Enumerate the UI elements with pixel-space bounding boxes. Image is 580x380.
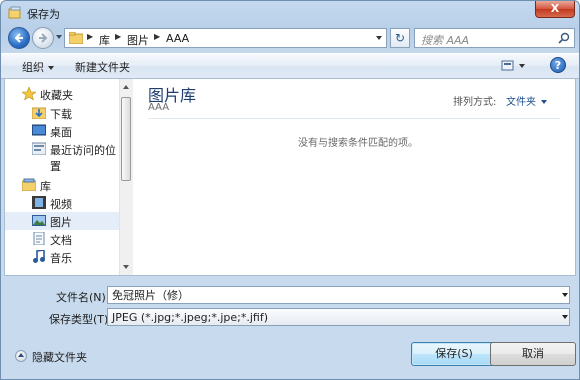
breadcrumb-separator-icon[interactable]: ▶	[154, 32, 160, 41]
breadcrumb-library[interactable]: 库	[99, 32, 110, 48]
sidebar-item-label: 最近访问的位置	[50, 144, 116, 173]
scroll-down-icon[interactable]	[123, 265, 129, 269]
sidebar-scrollbar[interactable]	[119, 79, 133, 275]
scrollbar-thumb[interactable]	[121, 97, 131, 181]
filename-dropdown-icon[interactable]	[562, 293, 568, 297]
hide-folders-label: 隐藏文件夹	[32, 351, 87, 364]
sidebar-item-desktop[interactable]: 桌面	[5, 122, 119, 140]
breadcrumb-separator-icon[interactable]: ▶	[115, 32, 121, 41]
search-icon[interactable]	[558, 32, 570, 44]
library-subtitle: AAA	[148, 102, 170, 113]
filetype-select[interactable]: JPEG (*.jpg;*.jpeg;*.jpe;*.jfif)	[107, 308, 570, 326]
address-bar[interactable]: ▶ 库 ▶ 图片 ▶ AAA	[64, 28, 387, 48]
search-input[interactable]: 搜索 AAA	[414, 28, 575, 48]
save-as-dialog: 保存为 X ▶ 库 ▶ 图片 ▶ AAA ↻ 搜索 AAA 组织 新建文件夹 ?…	[0, 0, 580, 380]
music-icon	[33, 250, 45, 263]
filetype-label: 保存类型(T):	[49, 313, 113, 326]
folder-icon	[69, 32, 83, 44]
browser-area: 收藏夹 下载 桌面 最近访问的位置 库 视频 图片 文档 音乐 图片库 AAA …	[4, 78, 576, 276]
sidebar-item-label: 桌面	[50, 126, 72, 139]
collapse-icon	[15, 350, 27, 362]
star-icon	[22, 87, 36, 100]
sidebar-item-libraries[interactable]: 库	[5, 176, 119, 194]
change-view-button[interactable]	[501, 58, 529, 74]
window-title: 保存为	[27, 8, 60, 21]
sidebar-item-label: 图片	[50, 216, 72, 229]
download-folder-icon	[32, 107, 46, 119]
empty-results-message: 没有与搜索条件匹配的项。	[298, 138, 418, 149]
filename-field[interactable]	[107, 286, 570, 304]
documents-icon	[33, 232, 45, 245]
command-toolbar: 组织 新建文件夹 ?	[1, 53, 579, 79]
back-arrow-icon	[14, 33, 23, 43]
breadcrumb-pictures[interactable]: 图片	[127, 32, 149, 48]
back-button[interactable]	[8, 27, 30, 49]
sidebar-item-downloads[interactable]: 下载	[5, 104, 119, 122]
hide-folders-toggle[interactable]: 隐藏文件夹	[15, 348, 95, 364]
sidebar-item-videos[interactable]: 视频	[5, 194, 119, 212]
navigation-pane: 收藏夹 下载 桌面 最近访问的位置 库 视频 图片 文档 音乐	[5, 79, 133, 275]
recent-places-icon	[32, 142, 46, 155]
search-placeholder: 搜索 AAA	[421, 34, 470, 47]
chevron-down-icon	[541, 100, 547, 104]
breadcrumb-separator-icon[interactable]: ▶	[87, 32, 93, 41]
video-icon	[32, 196, 46, 209]
arrange-by-label: 排列方式:	[453, 97, 497, 108]
file-list-pane[interactable]: 图片库 AAA 排列方式: 文件夹 没有与搜索条件匹配的项。	[133, 79, 575, 275]
sidebar-item-recent-places[interactable]: 最近访问的位置	[5, 140, 119, 173]
sidebar-item-label: 库	[40, 180, 51, 193]
recent-pages-dropdown[interactable]	[56, 35, 62, 39]
title-bar: 保存为 X	[1, 1, 579, 25]
header-divider	[148, 118, 560, 119]
scroll-up-icon[interactable]	[123, 85, 129, 89]
forward-arrow-icon	[39, 33, 48, 43]
sidebar-item-label: 下载	[50, 108, 72, 121]
chevron-down-icon	[48, 66, 54, 70]
address-dropdown-icon[interactable]	[376, 36, 382, 40]
filename-label: 文件名(N):	[56, 291, 110, 304]
arrange-by-value: 文件夹	[506, 97, 536, 108]
new-folder-button[interactable]: 新建文件夹	[75, 59, 130, 75]
sidebar-item-label: 音乐	[50, 252, 72, 265]
sidebar-item-documents[interactable]: 文档	[5, 230, 119, 248]
sidebar-item-label: 收藏夹	[40, 89, 73, 102]
close-button[interactable]: X	[535, 1, 575, 18]
pictures-icon	[32, 215, 46, 226]
organize-label: 组织	[22, 61, 44, 74]
forward-button[interactable]	[32, 27, 54, 49]
sidebar-item-label: 视频	[50, 198, 72, 211]
filetype-dropdown-icon[interactable]	[562, 315, 568, 319]
help-button[interactable]: ?	[550, 57, 566, 73]
organize-menu[interactable]: 组织	[22, 59, 54, 75]
sidebar-item-pictures[interactable]: 图片	[5, 212, 119, 230]
breadcrumb-aaa[interactable]: AAA	[166, 32, 189, 45]
sidebar-item-favorites[interactable]: 收藏夹	[5, 85, 119, 103]
arrange-by-dropdown[interactable]: 文件夹	[506, 93, 547, 108]
desktop-icon	[32, 124, 46, 136]
library-icon	[22, 178, 36, 191]
cancel-button[interactable]: 取消	[490, 342, 576, 366]
sidebar-item-music[interactable]: 音乐	[5, 248, 119, 266]
app-icon	[8, 6, 21, 19]
save-options-panel: 文件名(N): 保存类型(T): JPEG (*.jpg;*.jpeg;*.jp…	[1, 278, 579, 379]
save-button[interactable]: 保存(S)	[411, 342, 497, 366]
navigation-bar: ▶ 库 ▶ 图片 ▶ AAA ↻ 搜索 AAA	[1, 25, 579, 51]
sidebar-item-label: 文档	[50, 234, 72, 247]
refresh-button[interactable]: ↻	[390, 28, 410, 48]
view-icon	[501, 60, 525, 71]
